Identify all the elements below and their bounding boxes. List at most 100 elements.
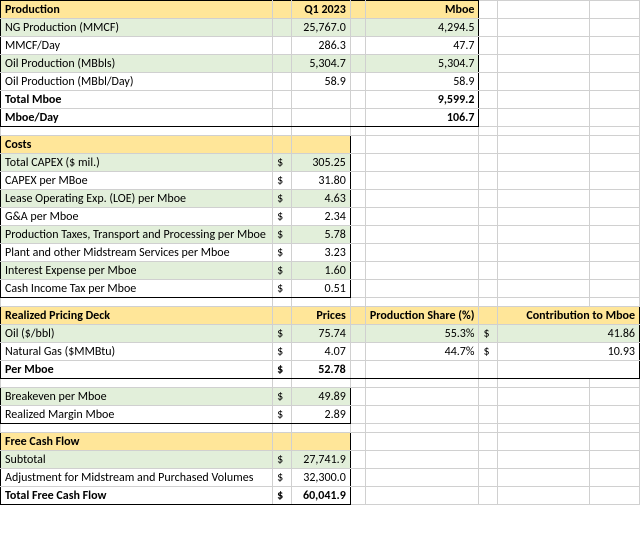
row-label: Adjustment for Midstream and Purchased V… — [1, 469, 273, 487]
currency-symbol: $ — [273, 325, 292, 343]
currency-symbol: $ — [273, 154, 292, 172]
currency-symbol: $ — [273, 226, 292, 244]
row-label: Production Taxes, Transport and Processi… — [1, 226, 273, 244]
table-row: Breakeven per Mboe $ 49.89 — [1, 388, 640, 406]
currency-symbol: $ — [273, 190, 292, 208]
cell-value: 2.34 — [291, 208, 350, 226]
cell-value: 44.7% — [365, 343, 479, 361]
cell-value: 1.60 — [291, 262, 350, 280]
row-label: Natural Gas ($MMBtu) — [1, 343, 273, 361]
cell-value: 5,304.7 — [365, 55, 479, 73]
pricing-title: Realized Pricing Deck — [1, 307, 273, 325]
cell-value: 4,294.5 — [365, 19, 479, 37]
table-row: Mboe/Day 106.7 — [1, 109, 640, 127]
row-label: Oil ($/bbl) — [1, 325, 273, 343]
table-row: NG Production (MMCF) 25,767.0 4,294.5 — [1, 19, 640, 37]
table-row: Subtotal $ 27,741.9 — [1, 451, 640, 469]
table-row: Plant and other Midstream Services per M… — [1, 244, 640, 262]
costs-header-row: Costs — [1, 136, 640, 154]
currency-symbol: $ — [273, 262, 292, 280]
table-row: Adjustment for Midstream and Purchased V… — [1, 469, 640, 487]
currency-symbol: $ — [273, 469, 292, 487]
col-contrib: Contribution to Mboe — [497, 307, 639, 325]
col-mboe: Mboe — [365, 1, 479, 19]
currency-symbol: $ — [273, 487, 292, 505]
cell-value: 52.78 — [291, 361, 350, 379]
table-row: Total Free Cash Flow $ 60,041.9 — [1, 487, 640, 505]
currency-symbol: $ — [273, 343, 292, 361]
cell-value: 2.89 — [291, 406, 350, 424]
currency-symbol: $ — [273, 208, 292, 226]
cell-value: 0.51 — [291, 280, 350, 298]
row-label: G&A per Mboe — [1, 208, 273, 226]
fcf-title: Free Cash Flow — [1, 433, 273, 451]
row-label: Cash Income Tax per Mboe — [1, 280, 273, 298]
row-label: Oil Production (MBbls) — [1, 55, 273, 73]
currency-symbol: $ — [273, 280, 292, 298]
currency-symbol: $ — [273, 451, 292, 469]
row-label: Mboe/Day — [1, 109, 273, 127]
cell-value: 286.3 — [291, 37, 350, 55]
table-row: Production Taxes, Transport and Processi… — [1, 226, 640, 244]
row-label: Per Mboe — [1, 361, 273, 379]
cell-value: 32,300.0 — [291, 469, 350, 487]
cell-value: 4.07 — [291, 343, 350, 361]
row-label: Realized Margin Mboe — [1, 406, 273, 424]
table-row: Interest Expense per Mboe $ 1.60 — [1, 262, 640, 280]
cell-value: 4.63 — [291, 190, 350, 208]
row-label: Breakeven per Mboe — [1, 388, 273, 406]
table-row: Lease Operating Exp. (LOE) per Mboe $ 4.… — [1, 190, 640, 208]
col-share: Production Share (%) — [365, 307, 479, 325]
row-label: Total Mboe — [1, 91, 273, 109]
cell-value: 106.7 — [365, 109, 479, 127]
cell-value: 5,304.7 — [291, 55, 350, 73]
currency-symbol: $ — [273, 361, 292, 379]
cell-value: 49.89 — [291, 388, 350, 406]
cell-value: 10.93 — [497, 343, 639, 361]
currency-symbol: $ — [479, 343, 498, 361]
table-row: Oil Production (MBbl/Day) 58.9 58.9 — [1, 73, 640, 91]
row-label: Total Free Cash Flow — [1, 487, 273, 505]
cell-value: 25,767.0 — [291, 19, 350, 37]
table-row: Cash Income Tax per Mboe $ 0.51 — [1, 280, 640, 298]
cell-value: 9,599.2 — [365, 91, 479, 109]
currency-symbol: $ — [273, 244, 292, 262]
table-row: Natural Gas ($MMBtu) $ 4.07 44.7% $ 10.9… — [1, 343, 640, 361]
row-label: Lease Operating Exp. (LOE) per Mboe — [1, 190, 273, 208]
table-row: G&A per Mboe $ 2.34 — [1, 208, 640, 226]
row-label: Interest Expense per Mboe — [1, 262, 273, 280]
pricing-header-row: Realized Pricing Deck Prices Production … — [1, 307, 640, 325]
currency-symbol: $ — [273, 172, 292, 190]
production-header-row: Production Q1 2023 Mboe — [1, 1, 640, 19]
table-row: Realized Margin Mboe $ 2.89 — [1, 406, 640, 424]
cell-value: 58.9 — [291, 73, 350, 91]
row-label: NG Production (MMCF) — [1, 19, 273, 37]
fcf-header-row: Free Cash Flow — [1, 433, 640, 451]
currency-symbol: $ — [273, 406, 292, 424]
table-row: Total Mboe 9,599.2 — [1, 91, 640, 109]
row-label: MMCF/Day — [1, 37, 273, 55]
cell-value: 27,741.9 — [291, 451, 350, 469]
table-row: CAPEX per MBoe $ 31.80 — [1, 172, 640, 190]
table-row: Oil ($/bbl) $ 75.74 55.3% $ 41.86 — [1, 325, 640, 343]
row-label: Plant and other Midstream Services per M… — [1, 244, 273, 262]
cell-value: 58.9 — [365, 73, 479, 91]
currency-symbol: $ — [479, 325, 498, 343]
row-label: CAPEX per MBoe — [1, 172, 273, 190]
col-prices: Prices — [291, 307, 350, 325]
cell-value: 60,041.9 — [291, 487, 350, 505]
table-row: Per Mboe $ 52.78 — [1, 361, 640, 379]
cell-value: 305.25 — [291, 154, 350, 172]
production-title: Production — [1, 1, 273, 19]
costs-title: Costs — [1, 136, 273, 154]
cell-value: 55.3% — [365, 325, 479, 343]
table-row: MMCF/Day 286.3 47.7 — [1, 37, 640, 55]
row-label: Oil Production (MBbl/Day) — [1, 73, 273, 91]
row-label: Total CAPEX ($ mil.) — [1, 154, 273, 172]
col-q1-2023: Q1 2023 — [291, 1, 350, 19]
row-label: Subtotal — [1, 451, 273, 469]
table-row: Total CAPEX ($ mil.) $ 305.25 — [1, 154, 640, 172]
table-row: Oil Production (MBbls) 5,304.7 5,304.7 — [1, 55, 640, 73]
currency-symbol: $ — [273, 388, 292, 406]
cell-value: 3.23 — [291, 244, 350, 262]
